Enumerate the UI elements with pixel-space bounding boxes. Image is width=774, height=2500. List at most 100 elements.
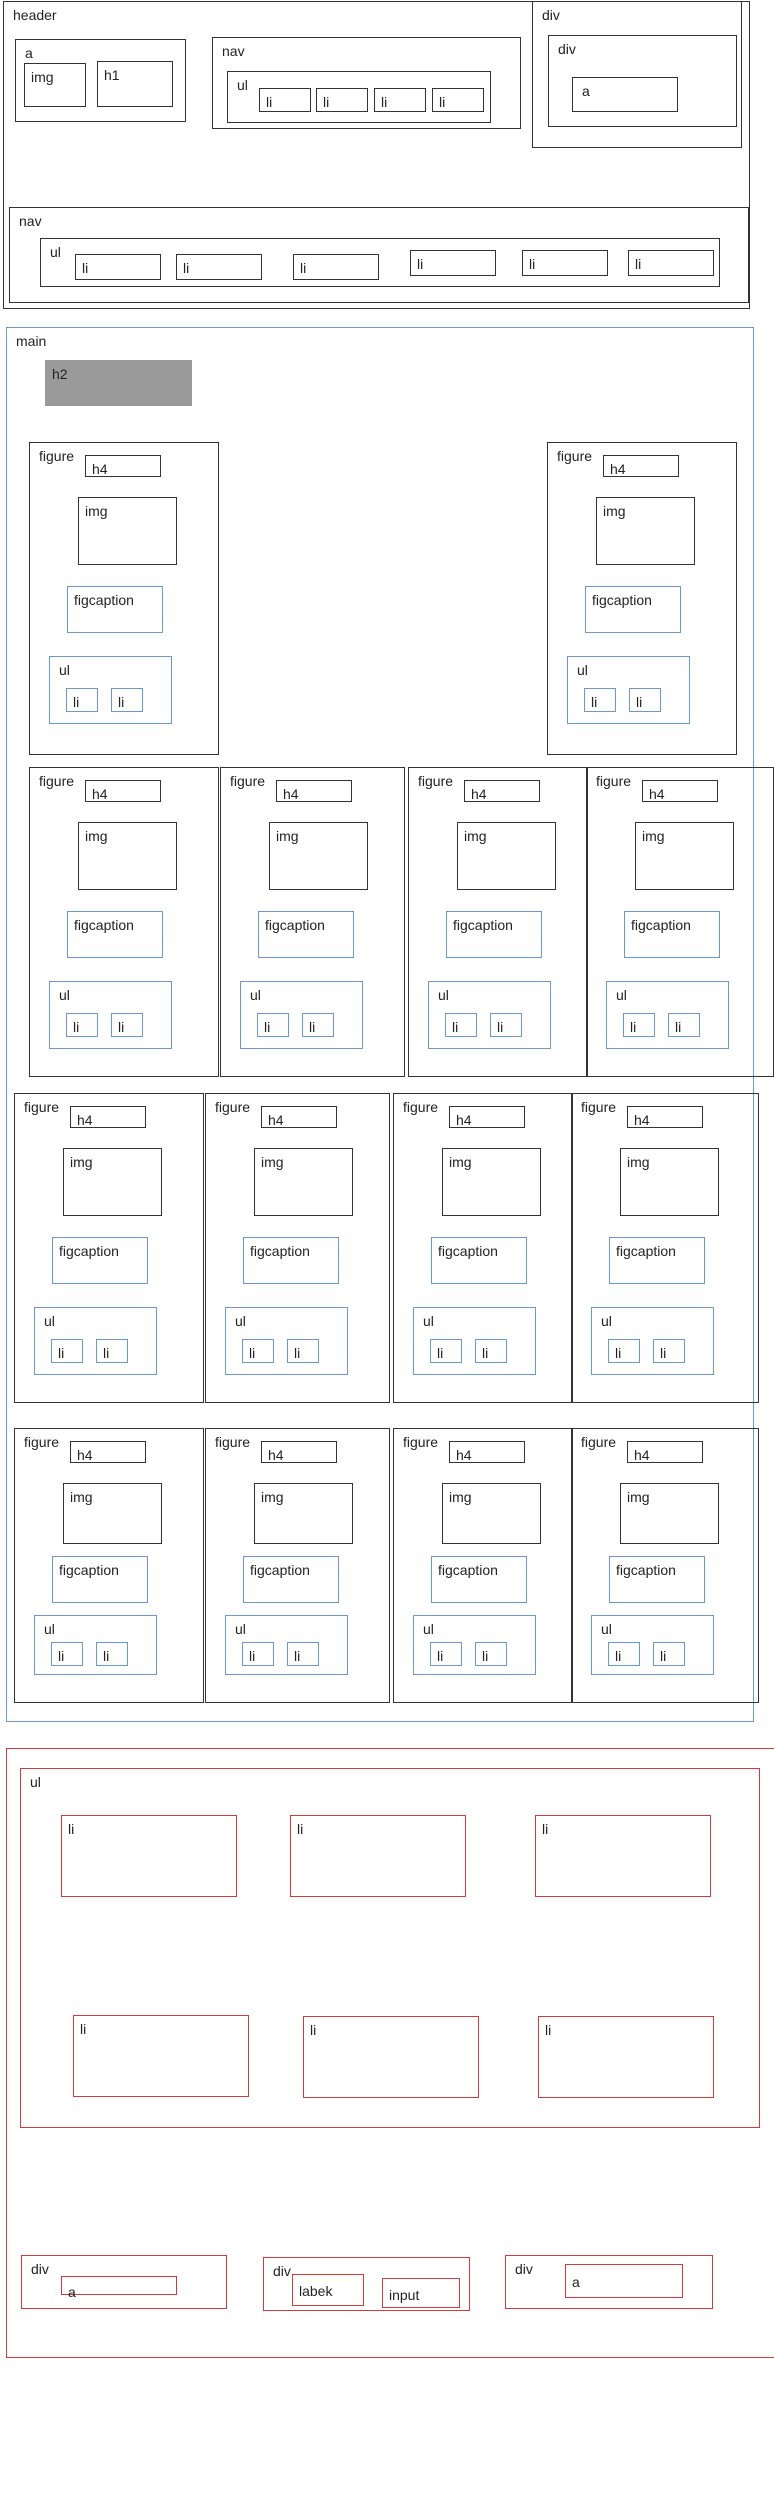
figure-list-item-label: li: [58, 1345, 65, 1361]
figure-heading-box: h4: [261, 1441, 337, 1463]
main-nav-item-label: li: [183, 260, 190, 276]
site-title-box: h1: [97, 61, 173, 107]
figure-heading-box: h4: [642, 780, 718, 802]
figure-list-item-box: li: [475, 1339, 507, 1363]
figure-heading-box: h4: [70, 1441, 146, 1463]
figure-caption-box: figcaption: [624, 911, 720, 958]
figure-img-label: img: [627, 1154, 650, 1170]
footer-list-item-box: li: [290, 1815, 466, 1897]
figure-caption-label: figcaption: [592, 592, 652, 608]
figure-heading-label: h4: [456, 1112, 472, 1128]
figure-heading-label: h4: [77, 1447, 93, 1463]
figure-caption-box: figcaption: [67, 911, 163, 958]
figure-list-item-box: li: [430, 1339, 462, 1363]
figure-heading-label: h4: [268, 1112, 284, 1128]
figure-caption-label: figcaption: [250, 1243, 310, 1259]
figure-heading-label: h4: [77, 1112, 93, 1128]
figure-heading-box: h4: [261, 1106, 337, 1128]
figure-img-label: img: [85, 828, 108, 844]
figure-list-item-box: li: [490, 1013, 522, 1037]
figure-img-label: img: [70, 1489, 93, 1505]
figure-list-item-label: li: [675, 1019, 682, 1035]
figure-list-item-label: li: [118, 694, 125, 710]
figure-caption-box: figcaption: [52, 1556, 148, 1603]
figure-list-item-box: li: [608, 1642, 640, 1666]
figure-list-label: ul: [44, 1313, 55, 1329]
figure-list-item-label: li: [264, 1019, 271, 1035]
figure-list-item-box: li: [66, 1013, 98, 1037]
figure-heading-box: h4: [627, 1441, 703, 1463]
top-nav-item-label: li: [381, 94, 388, 110]
figure-list-item-label: li: [437, 1345, 444, 1361]
figure-list-label: ul: [250, 987, 261, 1003]
figure-list-item-box: li: [66, 688, 98, 712]
figure-img-label: img: [464, 828, 487, 844]
figure-list-item-label: li: [660, 1345, 667, 1361]
footer-list-item-label: li: [68, 1821, 75, 1837]
figure-img-label: img: [85, 503, 108, 519]
figure-img-label: img: [261, 1154, 284, 1170]
figure-caption-label: figcaption: [59, 1243, 119, 1259]
figure-list-label: ul: [577, 662, 588, 678]
figure-label: figure: [596, 773, 632, 789]
site-title-label: h1: [104, 67, 120, 83]
figure-list-item-label: li: [452, 1019, 459, 1035]
figure-img-box: img: [254, 1483, 353, 1544]
logo-img-box: img: [24, 63, 86, 107]
figure-label: figure: [557, 448, 593, 464]
footer-link-box: a: [61, 2276, 177, 2299]
figure-img-label: img: [449, 1489, 472, 1505]
figure-heading-label: h4: [268, 1447, 284, 1463]
figure-heading-box: h4: [85, 780, 161, 802]
figure-list-label: ul: [616, 987, 627, 1003]
figure-label: figure: [215, 1434, 251, 1450]
figure-list-item-box: li: [257, 1013, 289, 1037]
figure-list-item-label: li: [103, 1648, 110, 1664]
figure-heading-box: h4: [449, 1106, 525, 1128]
top-nav-item-label: li: [439, 94, 446, 110]
footer-list-item-box: li: [538, 2016, 714, 2098]
main-nav-item-box: li: [293, 254, 379, 280]
figure-list-item-box: li: [668, 1013, 700, 1037]
footer-link-label: a: [572, 2274, 580, 2290]
figure-img-box: img: [635, 822, 734, 890]
figure-list-item-label: li: [294, 1345, 301, 1361]
figure-caption-label: figcaption: [453, 917, 513, 933]
top-nav-item-label: li: [323, 94, 330, 110]
figure-caption-label: figcaption: [616, 1243, 676, 1259]
figure-list-item-box: li: [242, 1642, 274, 1666]
figure-list-label: ul: [601, 1621, 612, 1637]
main-nav-item-box: li: [75, 254, 161, 280]
figure-img-box: img: [442, 1148, 541, 1216]
figure-list-item-label: li: [660, 1648, 667, 1664]
main-nav-item-box: li: [628, 250, 714, 276]
figure-caption-box: figcaption: [258, 911, 354, 958]
footer-div-label: div: [515, 2261, 533, 2277]
figure-caption-box: figcaption: [609, 1237, 705, 1284]
figure-list-item-label: li: [249, 1345, 256, 1361]
figure-list-item-label: li: [615, 1648, 622, 1664]
figure-list-label: ul: [423, 1621, 434, 1637]
figure-caption-box: figcaption: [67, 586, 163, 633]
main-nav-item-label: li: [635, 256, 642, 272]
figure-caption-label: figcaption: [74, 917, 134, 933]
footer-list-item-label: li: [80, 2021, 87, 2037]
figure-heading-label: h4: [610, 461, 626, 477]
footer-div-label: div: [31, 2261, 49, 2277]
figure-caption-box: figcaption: [243, 1237, 339, 1284]
main-nav-item-label: li: [82, 260, 89, 276]
main-nav-label: nav: [19, 213, 42, 229]
figure-label: figure: [403, 1099, 439, 1115]
main-label: main: [16, 333, 47, 349]
figure-img-box: img: [620, 1483, 719, 1544]
figure-caption-label: figcaption: [438, 1562, 498, 1578]
top-nav-item-box: li: [316, 88, 368, 112]
figure-heading-label: h4: [471, 786, 487, 802]
figure-img-box: img: [78, 497, 177, 565]
figure-heading-label: h4: [649, 786, 665, 802]
figure-img-label: img: [449, 1154, 472, 1170]
figure-heading-label: h4: [92, 786, 108, 802]
figure-list-item-box: li: [287, 1339, 319, 1363]
header-inner-div-label: div: [558, 41, 576, 57]
figure-list-label: ul: [601, 1313, 612, 1329]
